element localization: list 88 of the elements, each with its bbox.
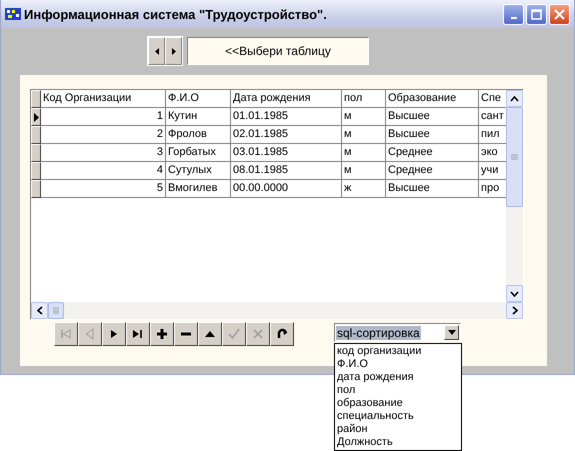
vertical-scrollbar[interactable] — [506, 90, 523, 302]
current-row-icon — [34, 112, 38, 122]
table-cell: Высшее — [386, 126, 479, 144]
scroll-down-button[interactable] — [506, 285, 523, 302]
delete-record-button[interactable] — [174, 322, 198, 346]
right-chevron-icon — [512, 306, 518, 315]
refresh-record-button[interactable] — [270, 322, 294, 346]
check-icon — [228, 328, 240, 340]
horizontal-scrollbar[interactable] — [31, 302, 523, 319]
scroll-right-button[interactable] — [506, 302, 523, 319]
table-cell: Вмогилев — [166, 180, 231, 198]
table-cell: ж — [342, 180, 386, 198]
dropdown-option[interactable]: код организации — [337, 345, 459, 358]
close-icon — [554, 8, 565, 20]
row-indicator[interactable] — [31, 126, 41, 144]
edit-record-button[interactable] — [198, 322, 222, 346]
row-indicator[interactable] — [31, 108, 41, 126]
close-button[interactable] — [549, 4, 570, 24]
dropdown-option[interactable]: Должность — [337, 436, 459, 449]
dropdown-option[interactable]: специальность — [337, 410, 459, 423]
last-record-button[interactable] — [126, 322, 150, 346]
table-cell: 00.00.0000 — [231, 180, 342, 198]
minimize-icon — [510, 16, 516, 18]
row-indicator[interactable] — [31, 162, 41, 180]
dropdown-option[interactable]: Ф.И.О — [337, 358, 459, 371]
table-cell: м — [342, 108, 386, 126]
down-chevron-icon — [510, 290, 519, 296]
table-cell: Фролов — [166, 126, 231, 144]
insert-record-button[interactable] — [150, 322, 174, 346]
dropdown-arrow-icon — [448, 330, 456, 335]
triangle-icon — [84, 328, 96, 340]
scroll-up-button[interactable] — [506, 90, 523, 107]
previous-button[interactable] — [148, 37, 165, 65]
table-cell: Кутин — [166, 108, 231, 126]
arrow-to-bar-icon — [60, 328, 72, 340]
window-title: Информационная система "Трудоустройство". — [24, 6, 328, 22]
x-icon — [252, 328, 264, 340]
scroll-left-button[interactable] — [31, 302, 48, 319]
dropdown-option[interactable]: район — [337, 423, 459, 436]
right-arrow-icon — [172, 48, 176, 54]
table-cell: Среднее — [386, 162, 479, 180]
up-chevron-icon — [510, 96, 519, 102]
column-header[interactable]: Спе — [479, 90, 506, 108]
scroll-thumb[interactable] — [48, 302, 64, 319]
column-header[interactable]: Дата рождения — [231, 90, 342, 108]
table-cell: м — [342, 162, 386, 180]
column-header[interactable]: Ф.И.О — [166, 90, 231, 108]
table-cell: 2 — [41, 126, 166, 144]
table-cell: 08.01.1985 — [231, 162, 342, 180]
table-cell: Сутулых — [166, 162, 231, 180]
grip-icon — [511, 154, 518, 160]
scroll-thumb[interactable] — [506, 107, 523, 207]
table-cell: Среднее — [386, 144, 479, 162]
app-icon — [5, 7, 21, 21]
dropdown-option[interactable]: дата рождения — [337, 371, 459, 384]
maximize-icon — [531, 8, 542, 20]
dropdown-option[interactable]: образование — [337, 397, 459, 410]
table-cell: 1 — [41, 108, 166, 126]
dropdown-option[interactable]: пол — [337, 384, 459, 397]
left-chevron-icon — [36, 306, 42, 315]
column-header[interactable]: Код Организации — [41, 90, 166, 108]
grip-icon — [53, 307, 59, 314]
table-cell: м — [342, 126, 386, 144]
row-indicator[interactable] — [31, 144, 41, 162]
table-cell: Высшее — [386, 180, 479, 198]
table-cell: 03.01.1985 — [231, 144, 342, 162]
sort-dropdown[interactable]: sql-сортировка — [334, 323, 461, 342]
column-header[interactable]: Образование — [386, 90, 479, 108]
table-picker-label: <<Выбери таблицу — [187, 37, 369, 65]
table-cell: Высшее — [386, 108, 479, 126]
plus-icon — [156, 328, 168, 340]
minimize-button[interactable] — [503, 4, 524, 24]
row-indicator[interactable] — [31, 180, 41, 198]
refresh-icon — [276, 328, 288, 340]
table-cell: м — [342, 144, 386, 162]
table-cell: 5 — [41, 180, 166, 198]
arrow-to-bar-icon — [132, 328, 144, 340]
maximize-button[interactable] — [526, 4, 547, 24]
sort-dropdown-value: sql-сортировка — [336, 326, 421, 340]
column-header[interactable]: пол — [342, 90, 386, 108]
next-button[interactable] — [165, 37, 182, 65]
table-cell: 4 — [41, 162, 166, 180]
table-cell: 3 — [41, 144, 166, 162]
table-cell: 01.01.1985 — [231, 108, 342, 126]
table-cell: 02.01.1985 — [231, 126, 342, 144]
left-arrow-icon — [154, 48, 158, 54]
table-cell: Горбатых — [166, 144, 231, 162]
next-record-button[interactable] — [102, 322, 126, 346]
